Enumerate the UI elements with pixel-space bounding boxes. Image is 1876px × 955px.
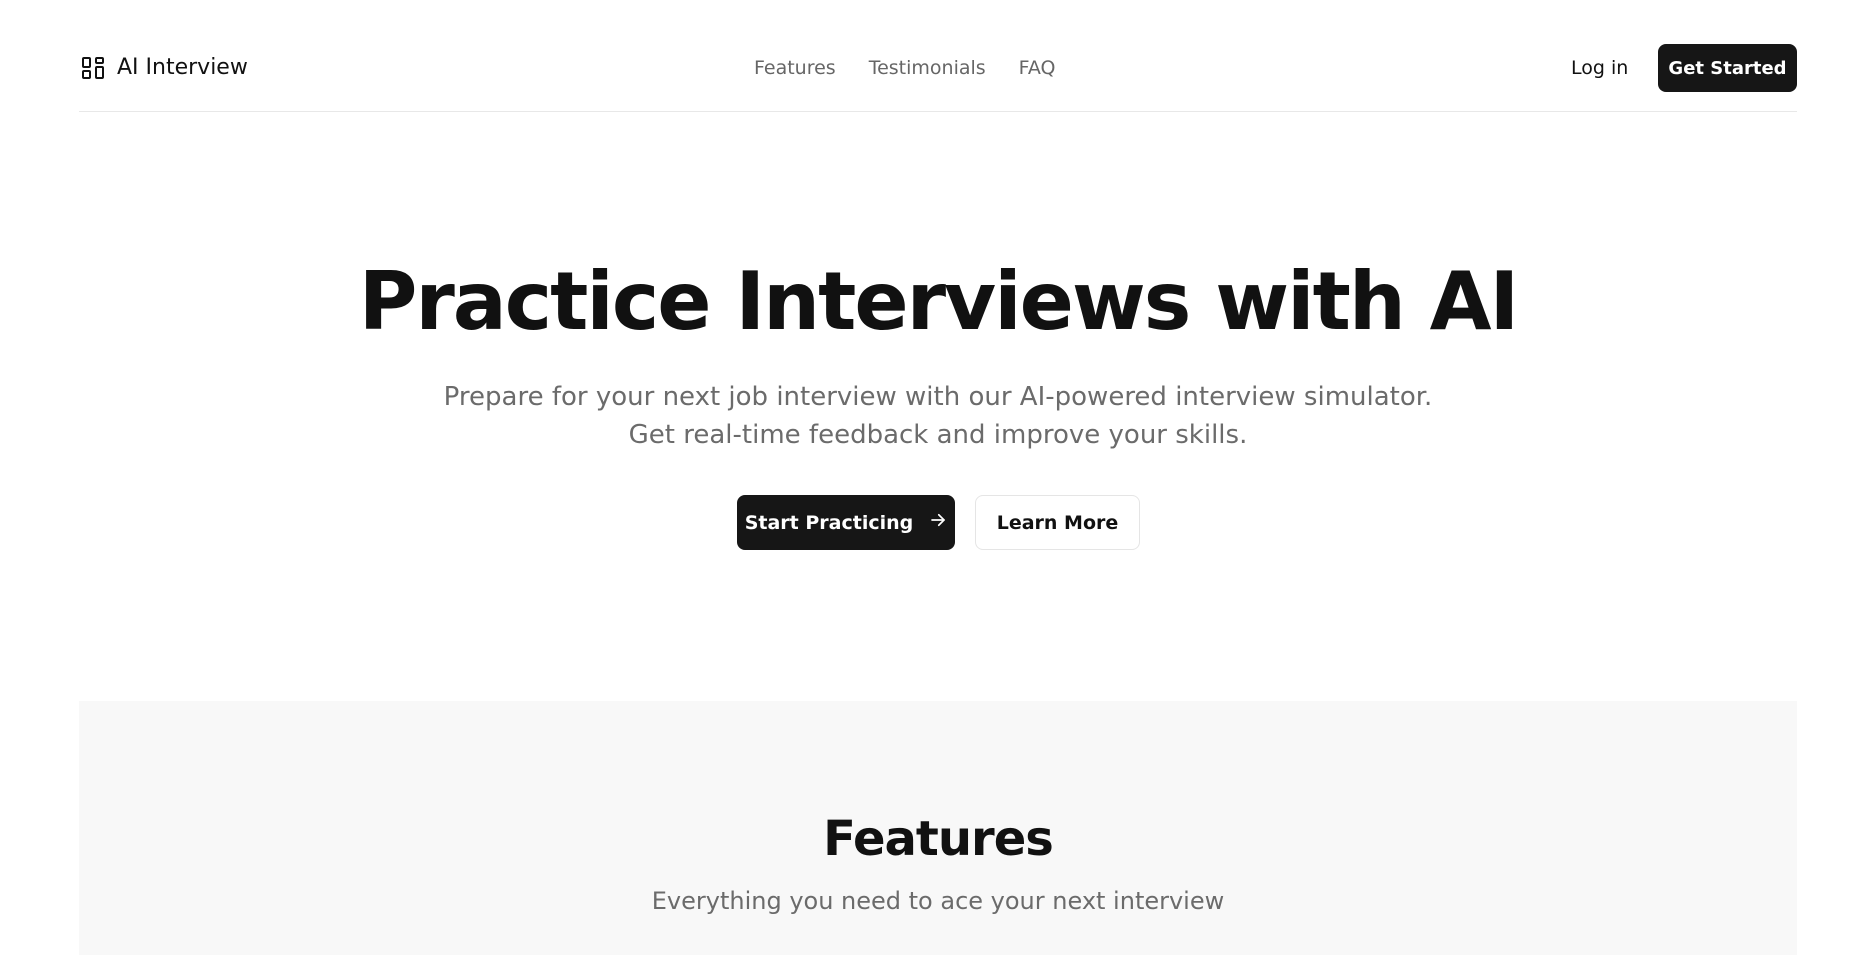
get-started-button[interactable]: Get Started <box>1658 44 1797 92</box>
landing-page: AI Interview Features Testimonials FAQ L… <box>0 0 1876 955</box>
nav-testimonials-link[interactable]: Testimonials <box>869 57 986 79</box>
start-practicing-label: Start Practicing <box>744 511 914 534</box>
site-header: AI Interview Features Testimonials FAQ L… <box>79 0 1797 112</box>
hero-title: Practice Interviews with AI <box>358 255 1520 348</box>
main-nav: Features Testimonials FAQ <box>754 57 1055 79</box>
nav-features-link[interactable]: Features <box>754 57 836 79</box>
hero-actions: Start Practicing Learn More <box>737 495 1140 550</box>
arrow-right-icon <box>929 511 947 534</box>
features-subtitle: Everything you need to ace your next int… <box>651 887 1225 915</box>
nav-faq-link[interactable]: FAQ <box>1019 57 1056 79</box>
learn-more-button[interactable]: Learn More <box>975 495 1140 550</box>
features-section: Features Everything you need to ace your… <box>79 701 1797 955</box>
brand-name: AI Interview <box>117 55 248 80</box>
hero-subtitle-line-1: Prepare for your next job interview with… <box>443 382 1433 412</box>
login-link[interactable]: Log in <box>1571 57 1628 79</box>
hero-subtitle-line-2: Get real-time feedback and improve your … <box>628 420 1248 450</box>
features-title: Features <box>823 811 1054 867</box>
start-practicing-button[interactable]: Start Practicing <box>737 495 955 550</box>
brand[interactable]: AI Interview <box>81 55 248 80</box>
hero-subtitle: Prepare for your next job interview with… <box>0 378 1876 454</box>
layout-grid-icon <box>81 56 105 80</box>
